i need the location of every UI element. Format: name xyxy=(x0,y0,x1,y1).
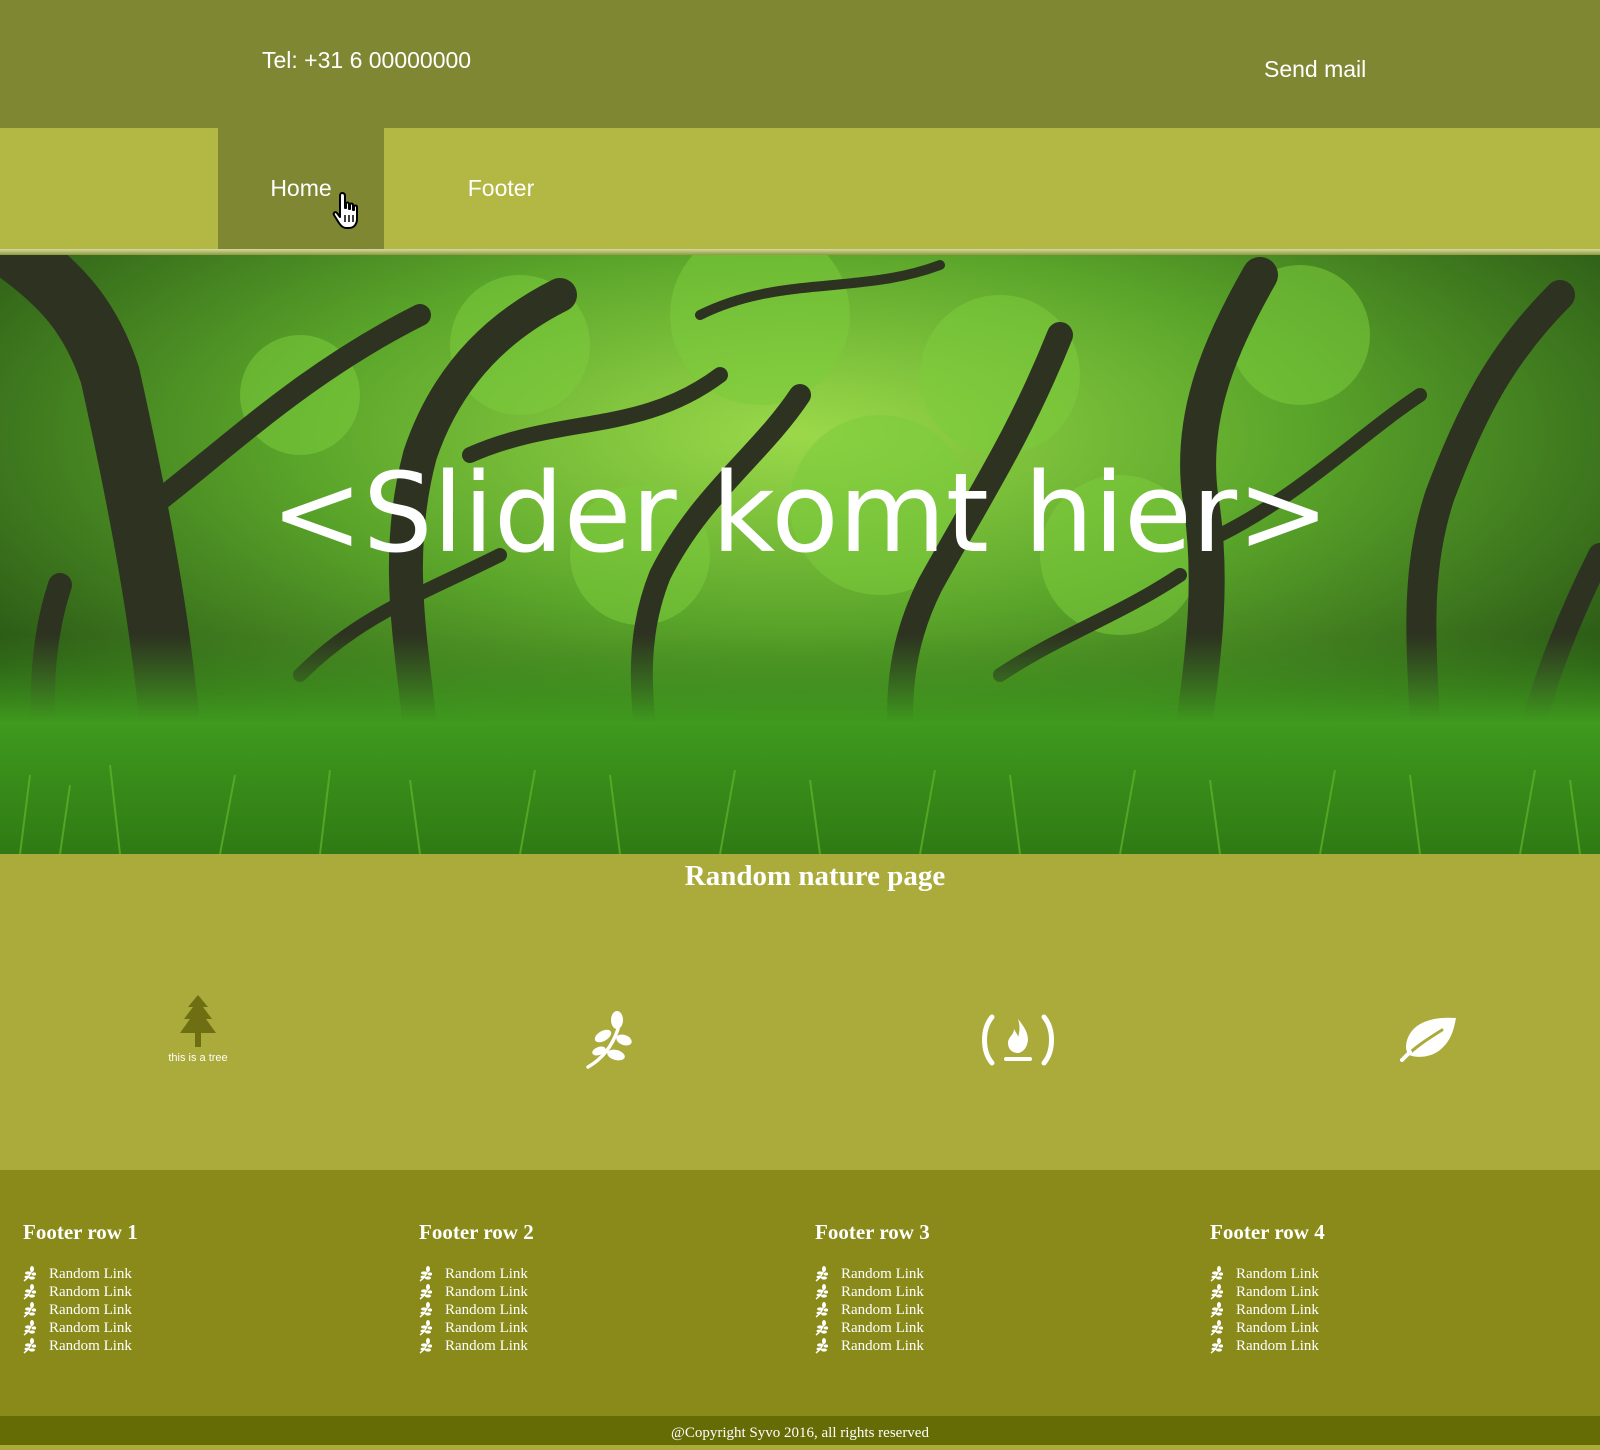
sprout-icon xyxy=(23,1338,36,1354)
footer-column-title: Footer row 4 xyxy=(1210,1220,1325,1244)
nav-item-label: Home xyxy=(270,175,332,201)
sprout-icon xyxy=(419,1266,432,1282)
footer-link[interactable]: Random Link xyxy=(49,1301,132,1319)
list-item: Random Link xyxy=(815,1283,1195,1301)
list-item: Random Link xyxy=(1210,1319,1590,1337)
tree-icon xyxy=(180,995,216,1047)
footer-link[interactable]: Random Link xyxy=(445,1301,528,1319)
list-item: Random Link xyxy=(23,1301,403,1319)
footer-column-title: Footer row 3 xyxy=(815,1220,930,1244)
sprout-icon xyxy=(23,1266,36,1282)
list-item: Random Link xyxy=(23,1319,403,1337)
sprout-icon xyxy=(815,1338,828,1354)
sprout-icon xyxy=(815,1266,828,1282)
main-nav: Home Footer xyxy=(0,128,1600,249)
footer: Footer row 1 Random Link Random Link Ran… xyxy=(0,1170,1600,1416)
sprout-icon xyxy=(23,1302,36,1318)
list-item: Random Link xyxy=(419,1283,799,1301)
footer-column-2: Footer row 2 Random Link Random Link Ran… xyxy=(419,1220,799,1355)
footer-column-title: Footer row 1 xyxy=(23,1220,138,1244)
footer-link[interactable]: Random Link xyxy=(1236,1319,1319,1337)
footer-link[interactable]: Random Link xyxy=(841,1337,924,1355)
hand-cursor-icon xyxy=(332,192,358,229)
list-item: Random Link xyxy=(815,1301,1195,1319)
list-item: Random Link xyxy=(1210,1265,1590,1283)
footer-link[interactable]: Random Link xyxy=(49,1265,132,1283)
sprout-icon xyxy=(815,1302,828,1318)
sprout-icon xyxy=(586,1011,632,1069)
footer-link[interactable]: Random Link xyxy=(445,1283,528,1301)
list-item: Random Link xyxy=(419,1265,799,1283)
nav-item-footer[interactable]: Footer xyxy=(420,128,582,249)
list-item: Random Link xyxy=(815,1337,1195,1355)
sprout-icon xyxy=(1210,1338,1223,1354)
footer-link[interactable]: Random Link xyxy=(445,1265,528,1283)
list-item: Random Link xyxy=(419,1319,799,1337)
hero-slider[interactable]: <Slider komt hier> xyxy=(0,255,1600,854)
nav-item-label: Footer xyxy=(467,175,535,201)
sprout-icon xyxy=(815,1320,828,1336)
footer-link[interactable]: Random Link xyxy=(1236,1283,1319,1301)
footer-link[interactable]: Random Link xyxy=(1236,1301,1319,1319)
footer-link[interactable]: Random Link xyxy=(49,1337,132,1355)
list-item: Random Link xyxy=(23,1265,403,1283)
sprout-icon xyxy=(1210,1302,1223,1318)
footer-link[interactable]: Random Link xyxy=(841,1319,924,1337)
list-item: Random Link xyxy=(23,1283,403,1301)
send-mail-link[interactable]: Send mail xyxy=(1264,56,1366,83)
phone-number: Tel: +31 6 00000000 xyxy=(262,47,472,73)
page-title: Random nature page xyxy=(684,860,946,892)
footer-link[interactable]: Random Link xyxy=(841,1301,924,1319)
footer-column-title: Footer row 2 xyxy=(419,1220,534,1244)
sprout-icon xyxy=(23,1320,36,1336)
footer-link[interactable]: Random Link xyxy=(49,1283,132,1301)
sprout-icon xyxy=(419,1284,432,1300)
top-bar: Tel: +31 6 00000000 Send mail xyxy=(0,0,1600,128)
footer-link[interactable]: Random Link xyxy=(445,1319,528,1337)
sprout-icon xyxy=(419,1302,432,1318)
campfire-icon xyxy=(982,1014,1054,1066)
sprout-icon xyxy=(1210,1320,1223,1336)
sprout-icon xyxy=(815,1284,828,1300)
tree-caption: this is a tree xyxy=(168,1052,228,1064)
list-item: Random Link xyxy=(815,1265,1195,1283)
sprout-icon xyxy=(23,1284,36,1300)
list-item: Random Link xyxy=(1210,1283,1590,1301)
list-item: Random Link xyxy=(1210,1301,1590,1319)
sprout-icon xyxy=(419,1338,432,1354)
copyright-text: @Copyright Syvo 2016, all rights reserve… xyxy=(671,1425,929,1441)
sprout-icon xyxy=(1210,1284,1223,1300)
list-item: Random Link xyxy=(815,1319,1195,1337)
leaf-icon xyxy=(1400,1017,1456,1062)
footer-link[interactable]: Random Link xyxy=(1236,1337,1319,1355)
footer-link[interactable]: Random Link xyxy=(841,1265,924,1283)
sprout-icon xyxy=(419,1320,432,1336)
footer-link[interactable]: Random Link xyxy=(49,1319,132,1337)
footer-link[interactable]: Random Link xyxy=(1236,1265,1319,1283)
list-item: Random Link xyxy=(419,1337,799,1355)
footer-column-4: Footer row 4 Random Link Random Link Ran… xyxy=(1210,1220,1590,1355)
sprout-icon xyxy=(1210,1266,1223,1282)
slider-placeholder-text: <Slider komt hier> xyxy=(270,449,1330,577)
list-item: Random Link xyxy=(23,1337,403,1355)
list-item: Random Link xyxy=(419,1301,799,1319)
footer-link[interactable]: Random Link xyxy=(841,1283,924,1301)
footer-link[interactable]: Random Link xyxy=(445,1337,528,1355)
footer-column-3: Footer row 3 Random Link Random Link Ran… xyxy=(815,1220,1195,1355)
footer-column-1: Footer row 1 Random Link Random Link Ran… xyxy=(23,1220,403,1355)
list-item: Random Link xyxy=(1210,1337,1590,1355)
copyright-bar: @Copyright Syvo 2016, all rights reserve… xyxy=(0,1416,1600,1445)
